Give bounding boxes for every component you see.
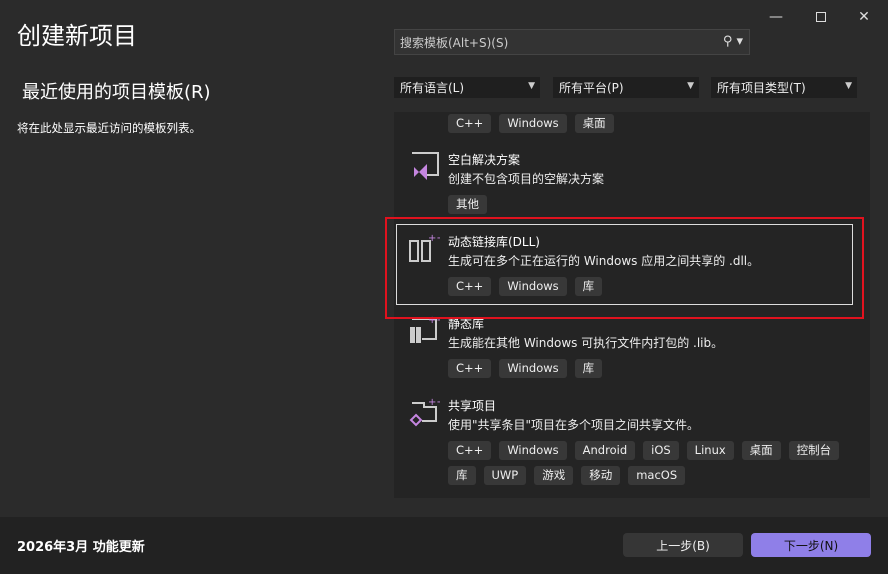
- project-type-filter[interactable]: 所有项目类型(T) ▼: [711, 77, 857, 98]
- next-button[interactable]: 下一步(N): [751, 533, 871, 557]
- scrollbar[interactable]: [870, 112, 880, 498]
- tag: Android: [574, 441, 636, 460]
- tag: 桌面: [741, 441, 781, 460]
- tag: iOS: [643, 441, 679, 460]
- close-button[interactable]: ✕: [850, 6, 878, 28]
- recent-templates-empty-text: 将在此处显示最近访问的模板列表。: [17, 121, 201, 135]
- tag: macOS: [628, 466, 686, 485]
- tag: C++: [448, 441, 492, 460]
- maximize-button[interactable]: [807, 6, 835, 28]
- tag: 游戏: [534, 466, 574, 485]
- highlight-box: [385, 217, 864, 319]
- language-filter-value: 所有语言(L): [400, 81, 465, 95]
- tag: Linux: [686, 441, 734, 460]
- minimize-icon: —: [769, 9, 783, 25]
- recent-templates-heading: 最近使用的项目模板(R): [22, 82, 211, 103]
- platform-filter[interactable]: 所有平台(P) ▼: [553, 77, 699, 98]
- tag: 控制台: [788, 441, 840, 460]
- minimize-button[interactable]: —: [762, 6, 790, 28]
- tag: C++: [448, 359, 492, 378]
- tag: 其他: [448, 195, 487, 214]
- template-name: 共享项目: [448, 399, 497, 413]
- tag-list: C++ Windows Android iOS Linux 桌面 控制台 库 U…: [448, 441, 848, 485]
- platform-filter-value: 所有平台(P): [559, 81, 624, 95]
- feature-update-label: 2026年3月 功能更新: [17, 540, 145, 555]
- tag: 移动: [581, 466, 621, 485]
- shared-project-icon: ++: [409, 397, 440, 427]
- template-description: 使用"共享条目"项目在多个项目之间共享文件。: [448, 418, 700, 432]
- tag: Windows: [499, 359, 567, 378]
- template-description: 创建不包含项目的空解决方案: [448, 172, 605, 186]
- svg-text:++: ++: [428, 397, 440, 408]
- search-placeholder: 搜索模板(Alt+S)(S): [400, 35, 509, 50]
- page-title: 创建新项目: [17, 22, 137, 50]
- blank-solution-icon: [412, 152, 439, 180]
- project-type-filter-value: 所有项目类型(T): [717, 81, 806, 95]
- back-button[interactable]: 上一步(B): [623, 533, 743, 557]
- tag-list: C++ Windows 桌面: [448, 114, 848, 133]
- template-description: 生成能在其他 Windows 可执行文件内打包的 .lib。: [448, 336, 724, 350]
- tag: 库: [448, 466, 476, 485]
- tag: Windows: [499, 441, 567, 460]
- chevron-down-icon: ▼: [687, 81, 694, 91]
- tag-list: 其他: [448, 195, 848, 214]
- chevron-down-icon: ▼: [845, 81, 852, 91]
- tag-list: C++ Windows 库: [448, 359, 848, 378]
- chevron-down-icon: ▼: [528, 81, 535, 91]
- tag: C++: [448, 114, 492, 133]
- close-icon: ✕: [858, 9, 870, 25]
- tag: 库: [574, 359, 603, 378]
- static-library-icon: ++: [410, 315, 440, 343]
- search-icon[interactable]: ⚲ ▾: [723, 34, 743, 49]
- search-input[interactable]: 搜索模板(Alt+S)(S) ⚲ ▾: [394, 29, 750, 55]
- template-name: 空白解决方案: [448, 153, 521, 167]
- tag: Windows: [499, 114, 567, 133]
- language-filter[interactable]: 所有语言(L) ▼: [394, 77, 540, 98]
- maximize-icon: [816, 12, 826, 22]
- tag: UWP: [483, 466, 527, 485]
- tag: 桌面: [574, 114, 614, 133]
